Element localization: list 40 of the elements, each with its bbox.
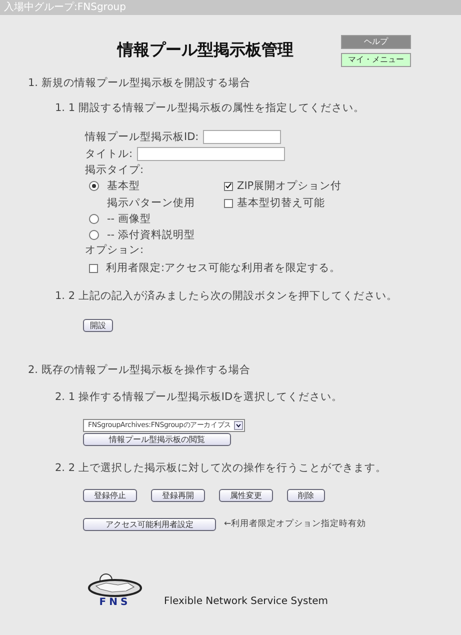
radio-button[interactable] xyxy=(89,181,99,192)
step-text: 1. 2 上記の記入が済みましたら次の開設ボタンを押下してください。 xyxy=(55,290,398,302)
page-title: 情報プール型掲示板管理 xyxy=(118,40,294,59)
checkbox[interactable] xyxy=(89,264,98,273)
action-button[interactable]: 属性変更 xyxy=(219,488,273,502)
checkbox-label: ZIP展開オプション付 xyxy=(237,180,342,192)
action-button[interactable]: 削除 xyxy=(287,488,325,502)
input-field[interactable] xyxy=(136,147,285,162)
system-name: Flexible Network Service System xyxy=(164,596,328,609)
checkbox[interactable] xyxy=(224,182,233,191)
section-heading: 1. 新規の情報プール型掲示板を開設する場合 xyxy=(28,77,250,89)
step-text: 2. 1 操作する情報プール型掲示板IDを選択してください。 xyxy=(55,390,343,403)
section-heading: 2. 既存の情報プール型掲示板を操作する場合 xyxy=(28,364,250,376)
dropdown-icon xyxy=(234,421,243,430)
radio-label: 基本型 xyxy=(107,180,140,192)
step-text: 2. 2 上で選択した掲示板に対して次の操作を行うことができます。 xyxy=(55,462,386,474)
menu-button[interactable]: マイ・メニュー xyxy=(341,53,411,67)
logo-text: FNS xyxy=(99,596,131,609)
radio-button[interactable] xyxy=(89,214,99,224)
radio-label: -- 画像型 xyxy=(107,212,151,226)
radio-label: -- 添付資料説明型 xyxy=(107,228,195,242)
checkbox-label: 基本型切替え可能 xyxy=(237,197,325,210)
field-label: 掲示タイプ: xyxy=(85,164,145,177)
radio-button[interactable] xyxy=(89,230,99,240)
action-button[interactable]: 登録再開 xyxy=(151,488,205,502)
field-label: オプション: xyxy=(85,244,145,257)
note-text: ←利用者限定オプション指定時有効 xyxy=(224,519,366,530)
access-button[interactable]: アクセス可能利用者設定 xyxy=(83,518,216,531)
type-sublabel: 掲示パターン使用 xyxy=(107,197,195,210)
field-label: 情報プール型掲示板ID: xyxy=(85,130,199,144)
checkbox[interactable] xyxy=(224,199,233,208)
logo-drawing xyxy=(88,572,142,597)
group-label: 入場中グループ:FNSgroup xyxy=(0,0,461,15)
step-text: 1. 1 開設する情報プール型掲示板の属性を指定してください。 xyxy=(55,102,364,114)
input-field[interactable] xyxy=(202,130,281,144)
browse-button[interactable]: 情報プール型掲示板の閲覧 xyxy=(83,433,231,446)
checkbox-label: 利用者限定:アクセス可能な利用者を限定する。 xyxy=(106,262,341,274)
open-button[interactable]: 開設 xyxy=(83,318,113,332)
action-button[interactable]: 登録停止 xyxy=(83,488,137,502)
field-label: タイトル: xyxy=(85,148,133,160)
